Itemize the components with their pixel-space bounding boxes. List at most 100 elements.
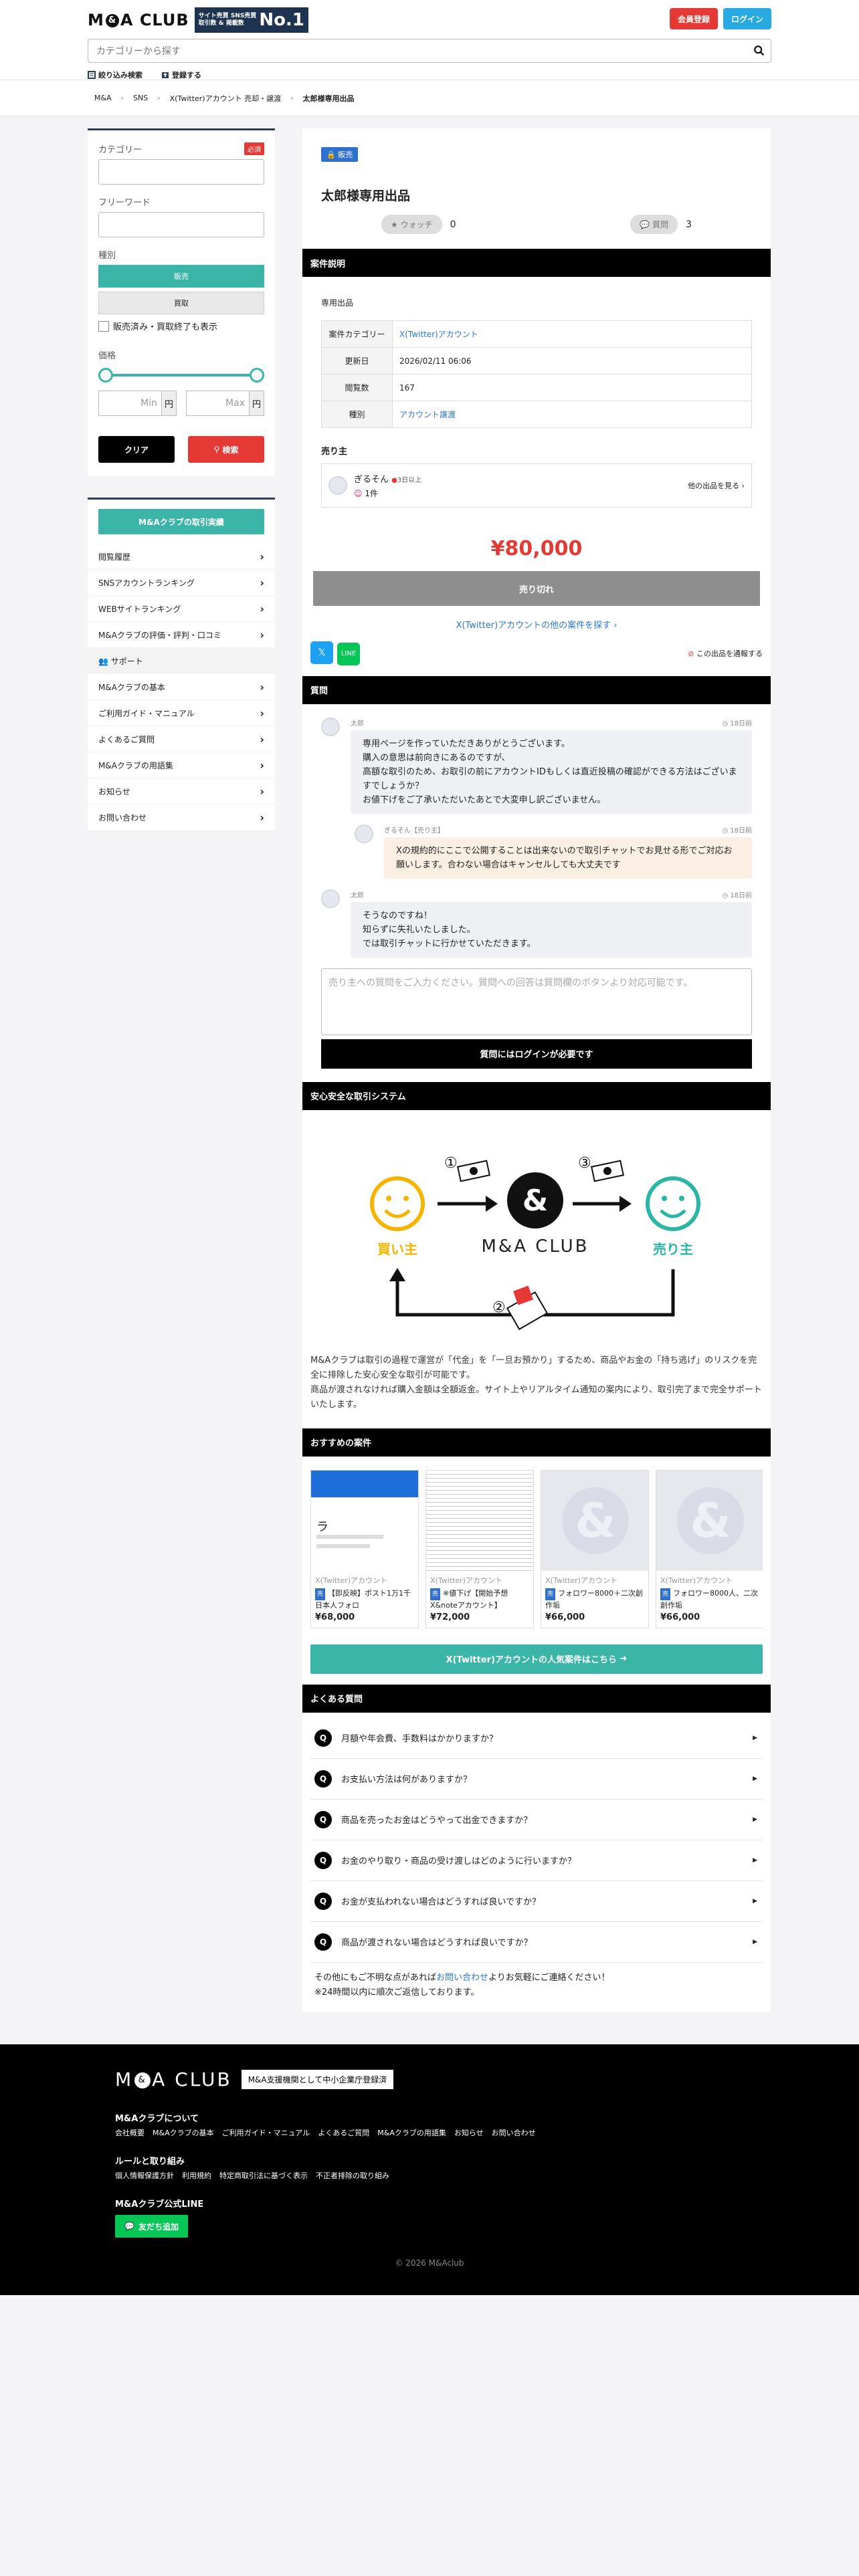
user-avatar[interactable] bbox=[355, 824, 373, 843]
caret-right-icon: ▶ bbox=[753, 1856, 757, 1864]
watch-button[interactable]: ★ ウォッチ bbox=[381, 215, 442, 234]
recommended-price: ¥72,000 bbox=[430, 1612, 470, 1622]
details-value[interactable]: X(Twitter)アカウント bbox=[392, 320, 752, 348]
sidebar-menu-item[interactable]: M&Aクラブの用語集 › bbox=[88, 752, 275, 778]
recommended-category: X(Twitter)アカウント bbox=[430, 1576, 502, 1585]
logo-area[interactable]: M & A CLUB サイト売買 SNS売買 取引数 & 掲載数 No.1 bbox=[88, 7, 308, 33]
line-add-friend-button[interactable]: 💬 友だち追加 bbox=[115, 2215, 188, 2238]
site-logo[interactable]: M & A CLUB bbox=[88, 11, 189, 29]
seller-card[interactable]: ぎるそん ●3日以上 ☺ 1件 他の出品を見る › bbox=[321, 463, 752, 508]
description-body: 専用出品 案件カテゴリー X(Twitter)アカウント 更新日 2026/02/11… bbox=[302, 277, 771, 517]
breadcrumb-item[interactable]: X(Twitter)アカウント 売却・譲渡 bbox=[161, 93, 290, 104]
create-listing-link[interactable]: 登録する bbox=[161, 70, 201, 80]
recommended-carousel[interactable]: ラ X(Twitter)アカウント売【即反映】ポスト1万1千日本人フォロ ¥68,0… bbox=[310, 1469, 763, 1628]
track-record-button[interactable]: M&Aクラブの取引実績 bbox=[98, 509, 264, 534]
footer-link[interactable]: ご利用ガイド・マニュアル bbox=[222, 2127, 310, 2138]
contact-link[interactable]: お問い合わせ bbox=[436, 1973, 488, 1983]
price-max-input[interactable]: Max 円 bbox=[186, 391, 264, 416]
include-sold-checkbox[interactable]: 販売済み・買取終了も表示 bbox=[98, 320, 264, 332]
footer-logo[interactable]: M & A CLUB bbox=[115, 2068, 232, 2090]
seller-other-listings-link[interactable]: 他の出品を見る › bbox=[688, 480, 745, 491]
club-logo-icon: & bbox=[507, 1172, 563, 1228]
register-button[interactable]: 会員登録 bbox=[669, 8, 718, 29]
price-min-input[interactable]: Min 円 bbox=[98, 391, 177, 416]
qa-author: 太郎 bbox=[351, 891, 364, 899]
sidebar-menu-item[interactable]: 閲覧履歴 › bbox=[88, 544, 275, 570]
footer-link[interactable]: 不正者排除の取り組み bbox=[316, 2170, 389, 2181]
details-row: 種別 アカウント譲渡 bbox=[321, 401, 752, 428]
type-buy-toggle[interactable]: 買取 bbox=[98, 292, 264, 314]
qa-message: ぎるそん【売り主】 ◷ 18日前 Xの規約的にここで公開することは出来ないので取引チ… bbox=[355, 824, 752, 879]
recommended-thumbnail[interactable]: ラ bbox=[311, 1470, 418, 1571]
faq-item[interactable]: Q 商品を売ったお金はどうやって出金できますか？ ▶ bbox=[310, 1800, 763, 1840]
seller-rating-count: 1件 bbox=[365, 489, 378, 498]
login-required-button[interactable]: 質問にはログインが必要です bbox=[321, 1039, 752, 1069]
recommended-card[interactable]: & X(Twitter)アカウント売フォロワー8000＋二次創作垢 ¥66,000 bbox=[541, 1469, 649, 1628]
question-icon: Q bbox=[314, 1933, 332, 1951]
footer-link[interactable]: 会社概要 bbox=[115, 2127, 145, 2138]
sidebar-menu-item[interactable]: よくあるご質問 › bbox=[88, 726, 275, 752]
sidebar-menu-item[interactable]: M&Aクラブの基本 › bbox=[88, 674, 275, 700]
question-textarea[interactable]: 売り主への質問をご入力ください。質問への回答は質問欄のボタンより対応可能です。 bbox=[321, 968, 752, 1035]
sidebar-menu-item[interactable]: お問い合わせ › bbox=[88, 804, 275, 831]
question-count: 3 bbox=[686, 219, 692, 230]
sidebar-menu-item[interactable]: ご利用ガイド・マニュアル › bbox=[88, 700, 275, 726]
footer-link[interactable]: M&Aクラブの用語集 bbox=[377, 2127, 446, 2138]
filter-search-link[interactable]: 絞り込み検索 bbox=[88, 70, 142, 80]
category-select[interactable] bbox=[98, 159, 264, 185]
footer-link[interactable]: お知らせ bbox=[454, 2127, 484, 2138]
qa-time: ◷ 18日前 bbox=[722, 827, 752, 835]
faq-item[interactable]: Q 商品が渡されない場合はどうすれば良いですか？ ▶ bbox=[310, 1922, 763, 1963]
question-icon: Q bbox=[314, 1810, 332, 1828]
breadcrumb-item[interactable]: SNS bbox=[124, 94, 157, 102]
price-min-handle[interactable] bbox=[98, 368, 113, 383]
sold-out-button[interactable]: 売り切れ bbox=[313, 571, 760, 606]
clear-button[interactable]: クリア bbox=[98, 436, 175, 463]
seller-avatar[interactable] bbox=[328, 476, 347, 495]
comment-icon: 💬 bbox=[640, 220, 650, 229]
recommended-card[interactable]: & X(Twitter)アカウント売フォロワー8000人、二次創作垢 ¥66,000 bbox=[656, 1469, 763, 1628]
sidebar-menu-item[interactable]: WEBサイトランキング › bbox=[88, 596, 275, 622]
clock-icon: ◷ bbox=[722, 720, 729, 728]
price-max-handle[interactable] bbox=[250, 368, 264, 383]
recommended-thumbnail[interactable] bbox=[426, 1470, 533, 1571]
category-search[interactable]: カテゴリーから探す bbox=[88, 39, 771, 63]
faq-item[interactable]: Q 月額や年会費、手数料はかかりますか？ ▶ bbox=[310, 1718, 763, 1759]
recommended-name: 売フォロワー8000人、二次創作垢 bbox=[660, 1588, 759, 1610]
recommended-card[interactable]: X(Twitter)アカウント売 ※値下げ【開始予想X&noteアカウント】 ¥72… bbox=[425, 1469, 534, 1628]
line-share-icon[interactable]: LINE bbox=[337, 642, 360, 665]
recommended-card[interactable]: ラ X(Twitter)アカウント売【即反映】ポスト1万1千日本人フォロ ¥68,0… bbox=[310, 1469, 419, 1628]
popular-listings-button[interactable]: X(Twitter)アカウントの人気案件はこちら ➜ bbox=[310, 1644, 763, 1674]
other-listings-link[interactable]: X(Twitter)アカウントの他の案件を探す › bbox=[302, 606, 771, 641]
footer-link[interactable]: よくあるご質問 bbox=[318, 2127, 369, 2138]
faq-item[interactable]: Q お支払い方法は何がありますか？ ▶ bbox=[310, 1759, 763, 1800]
details-value[interactable]: アカウント譲渡 bbox=[392, 401, 752, 428]
type-sell-toggle[interactable]: 販売 bbox=[98, 265, 264, 288]
chevron-right-icon: › bbox=[260, 706, 264, 720]
footer-link[interactable]: お問い合わせ bbox=[492, 2127, 536, 2138]
sidebar-menu-item[interactable]: SNSアカウントランキング › bbox=[88, 570, 275, 596]
recommended-thumbnail[interactable]: & bbox=[656, 1470, 763, 1571]
price-slider[interactable] bbox=[98, 365, 264, 385]
question-button[interactable]: 💬 質問 bbox=[630, 215, 678, 234]
qa-message: 太郎 ◷ 18日前 専用ページを作っていただきありがとうございます。 購入の意思は前向… bbox=[321, 717, 752, 814]
seller-name[interactable]: ぎるそん bbox=[354, 475, 389, 485]
search-button[interactable]: ⚲ 検索 bbox=[188, 436, 264, 463]
report-link[interactable]: ⊘ この出品を通報する bbox=[688, 648, 763, 659]
footer-link[interactable]: M&Aクラブの基本 bbox=[153, 2127, 214, 2138]
twitter-share-icon[interactable]: 𝕏 bbox=[310, 641, 333, 664]
breadcrumb-item[interactable]: M&A bbox=[88, 94, 121, 102]
search-icon[interactable] bbox=[753, 45, 765, 57]
freeword-input[interactable] bbox=[98, 212, 264, 237]
footer-link[interactable]: 個人情報保護方針 bbox=[115, 2170, 174, 2181]
footer-link[interactable]: 利用規約 bbox=[182, 2170, 211, 2181]
user-avatar[interactable] bbox=[321, 889, 340, 908]
footer-link[interactable]: 特定商取引法に基づく表示 bbox=[219, 2170, 308, 2181]
sidebar-menu-item[interactable]: M&Aクラブの評価・評判・口コミ › bbox=[88, 622, 275, 648]
login-button[interactable]: ログイン bbox=[723, 8, 771, 29]
user-avatar[interactable] bbox=[321, 717, 340, 736]
sidebar-menu-item[interactable]: お知らせ › bbox=[88, 778, 275, 804]
faq-item[interactable]: Q お金が支払われない場合はどうすれば良いですか？ ▶ bbox=[310, 1881, 763, 1922]
recommended-thumbnail[interactable]: & bbox=[541, 1470, 648, 1571]
faq-item[interactable]: Q お金のやり取り・商品の受け渡しはどのように行いますか？ ▶ bbox=[310, 1840, 763, 1881]
